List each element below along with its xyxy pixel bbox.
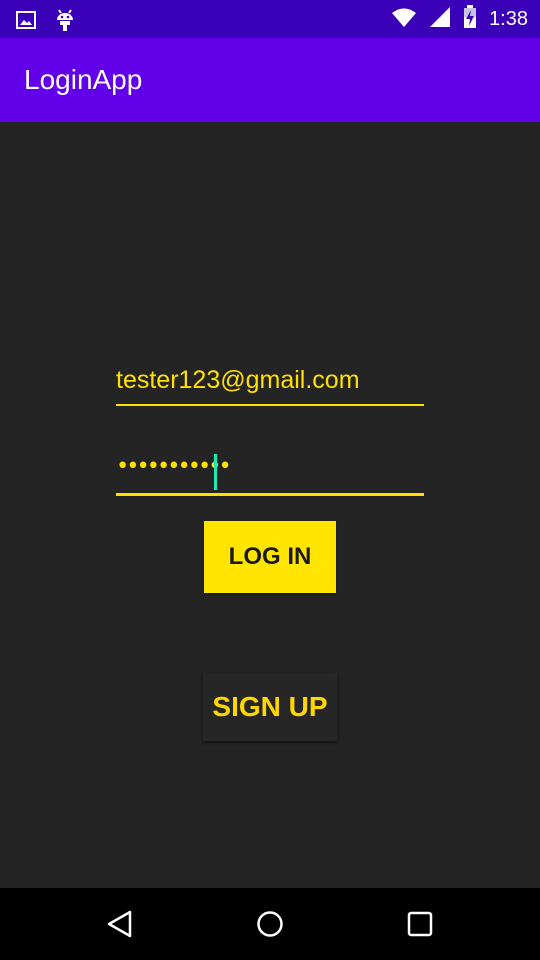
signup-button[interactable]: SIGN UP bbox=[203, 673, 337, 741]
status-right-icons: 1:38 bbox=[391, 4, 528, 34]
signal-icon bbox=[429, 6, 451, 33]
recents-icon[interactable] bbox=[402, 906, 438, 942]
status-left-icons bbox=[16, 8, 76, 37]
login-button[interactable]: LOG IN bbox=[204, 521, 336, 593]
app-bar: LoginApp bbox=[0, 38, 540, 122]
password-value: ••••••••••• bbox=[116, 454, 232, 479]
login-form: tester123@gmail.com ••••••••••• LOG IN S… bbox=[0, 122, 540, 888]
email-field[interactable]: tester123@gmail.com bbox=[116, 364, 424, 406]
email-value: tester123@gmail.com bbox=[116, 366, 360, 394]
home-icon[interactable] bbox=[252, 906, 288, 942]
app-title: LoginApp bbox=[24, 64, 143, 95]
back-icon[interactable] bbox=[102, 906, 138, 942]
wifi-icon bbox=[391, 7, 417, 32]
gallery-icon bbox=[16, 11, 36, 34]
status-bar: 1:38 bbox=[0, 0, 540, 38]
password-field[interactable]: ••••••••••• bbox=[116, 452, 424, 496]
navigation-bar bbox=[0, 888, 540, 960]
android-icon bbox=[54, 8, 76, 37]
status-time: 1:38 bbox=[489, 8, 528, 30]
battery-charging-icon bbox=[463, 4, 477, 34]
text-caret bbox=[214, 454, 217, 490]
